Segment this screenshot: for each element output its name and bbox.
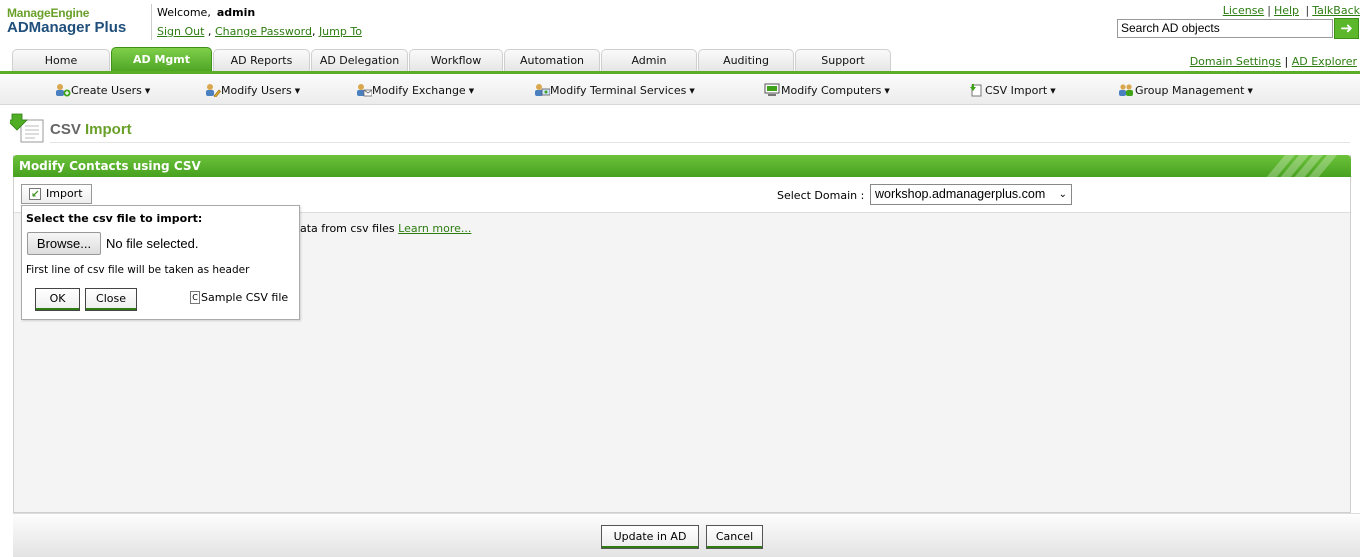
- terminal-services-icon: [533, 83, 551, 96]
- chevron-down-icon: ⌄: [1058, 189, 1067, 200]
- menu-modify-exchange[interactable]: Modify Exchange ▼: [355, 83, 474, 97]
- jump-to-link[interactable]: Jump To: [319, 25, 362, 38]
- arrow-right-icon: ➜: [1340, 19, 1353, 37]
- top-links: License | Help | TalkBack: [1222, 4, 1360, 17]
- title-divider: [50, 142, 1350, 143]
- description-text: ata from csv files Learn more...: [300, 222, 471, 235]
- import-button[interactable]: Import: [21, 184, 92, 204]
- description: ata from csv files: [300, 222, 395, 235]
- sub-menu: Create Users ▼ Modify Users ▼ Modify Excha…: [0, 74, 1360, 105]
- csv-import-icon: [968, 83, 985, 97]
- csv-import-page-icon: [10, 113, 44, 143]
- select-domain-label: Select Domain :: [777, 189, 865, 202]
- search-input[interactable]: Search AD objects: [1117, 19, 1333, 38]
- tab-ad-delegation[interactable]: AD Delegation: [311, 49, 408, 71]
- close-button[interactable]: Close: [85, 288, 137, 311]
- domain-select-value: workshop.admanagerplus.com: [875, 187, 1046, 201]
- menu-modify-computers[interactable]: Modify Computers ▼: [764, 83, 890, 97]
- header-hint: First line of csv file will be taken as …: [26, 264, 250, 276]
- create-users-icon: [54, 83, 71, 97]
- update-in-ad-button[interactable]: Update in AD: [601, 525, 699, 549]
- help-link[interactable]: Help: [1274, 4, 1299, 17]
- search-go-button[interactable]: ➜: [1334, 18, 1359, 39]
- panel-header: Modify Contacts using CSV: [13, 155, 1351, 177]
- ok-button[interactable]: OK: [35, 288, 80, 311]
- menu-create-users-label: Create Users: [71, 84, 142, 97]
- menu-modify-terminal-services[interactable]: Modify Terminal Services ▼: [533, 83, 695, 97]
- footer-bar: Update in AD Cancel: [13, 513, 1360, 557]
- modify-exchange-icon: [355, 83, 373, 97]
- computer-icon: [764, 83, 781, 96]
- tab-admin[interactable]: Admin: [601, 49, 697, 71]
- tab-support[interactable]: Support: [795, 49, 891, 71]
- tab-home[interactable]: Home: [12, 49, 110, 71]
- group-management-icon: [1118, 83, 1135, 96]
- select-file-label: Select the csv file to import:: [26, 212, 203, 225]
- sign-out-link[interactable]: Sign Out: [157, 25, 204, 38]
- welcome-text: Welcome, admin: [157, 6, 255, 19]
- file-status: No file selected.: [106, 236, 199, 251]
- product-logo[interactable]: ManageEngine ADManager Plus: [7, 6, 126, 36]
- menu-modify-computers-label: Modify Computers: [781, 84, 882, 97]
- header-divider: [151, 4, 152, 40]
- menu-group-management-label: Group Management: [1135, 84, 1245, 97]
- tab-ad-mgmt[interactable]: AD Mgmt: [111, 47, 212, 71]
- talkback-link[interactable]: TalkBack: [1312, 4, 1360, 17]
- sample-csv-link[interactable]: C Sample CSV file: [190, 291, 288, 304]
- right-links: Domain Settings | AD Explorer: [1189, 55, 1357, 68]
- learn-more-link[interactable]: Learn more...: [398, 222, 471, 235]
- menu-create-users[interactable]: Create Users ▼: [54, 83, 150, 97]
- menu-modify-exchange-label: Modify Exchange: [372, 84, 466, 97]
- domain-settings-link[interactable]: Domain Settings: [1190, 55, 1281, 68]
- cancel-button[interactable]: Cancel: [706, 525, 763, 549]
- tab-workflow[interactable]: Workflow: [409, 49, 503, 71]
- menu-csv-import[interactable]: CSV Import ▼: [968, 83, 1056, 97]
- tab-auditing[interactable]: Auditing: [698, 49, 794, 71]
- change-password-link[interactable]: Change Password: [215, 25, 312, 38]
- import-icon: [29, 186, 41, 204]
- menu-modify-users-label: Modify Users: [221, 84, 292, 97]
- modify-users-icon: [204, 83, 221, 98]
- user-links: Sign Out , Change Password, Jump To: [157, 25, 362, 38]
- tab-automation[interactable]: Automation: [504, 49, 600, 71]
- page-title-part2: Import: [85, 121, 132, 138]
- csv-file-icon: C: [190, 291, 200, 304]
- panel-title: Modify Contacts using CSV: [19, 159, 201, 173]
- license-link[interactable]: License: [1223, 4, 1264, 17]
- welcome-label: Welcome,: [157, 6, 211, 19]
- browse-button[interactable]: Browse...: [27, 232, 101, 255]
- page-title-part1: CSV: [50, 121, 81, 138]
- tab-ad-reports[interactable]: AD Reports: [213, 49, 310, 71]
- menu-group-management[interactable]: Group Management ▼: [1118, 83, 1253, 97]
- sample-csv-label: Sample CSV file: [201, 291, 289, 304]
- ad-explorer-link[interactable]: AD Explorer: [1292, 55, 1357, 68]
- company-name: ManageEngine: [7, 6, 90, 20]
- product-name: ADManager Plus: [7, 19, 127, 36]
- user-name: admin: [216, 6, 256, 19]
- menu-modify-users[interactable]: Modify Users ▼: [204, 83, 300, 98]
- import-popup: Select the csv file to import: Browse...…: [21, 205, 300, 320]
- domain-select[interactable]: workshop.admanagerplus.com ⌄: [870, 184, 1072, 205]
- menu-csv-import-label: CSV Import: [985, 84, 1048, 97]
- menu-modify-terminal-services-label: Modify Terminal Services: [550, 84, 687, 97]
- import-button-label: Import: [46, 187, 83, 200]
